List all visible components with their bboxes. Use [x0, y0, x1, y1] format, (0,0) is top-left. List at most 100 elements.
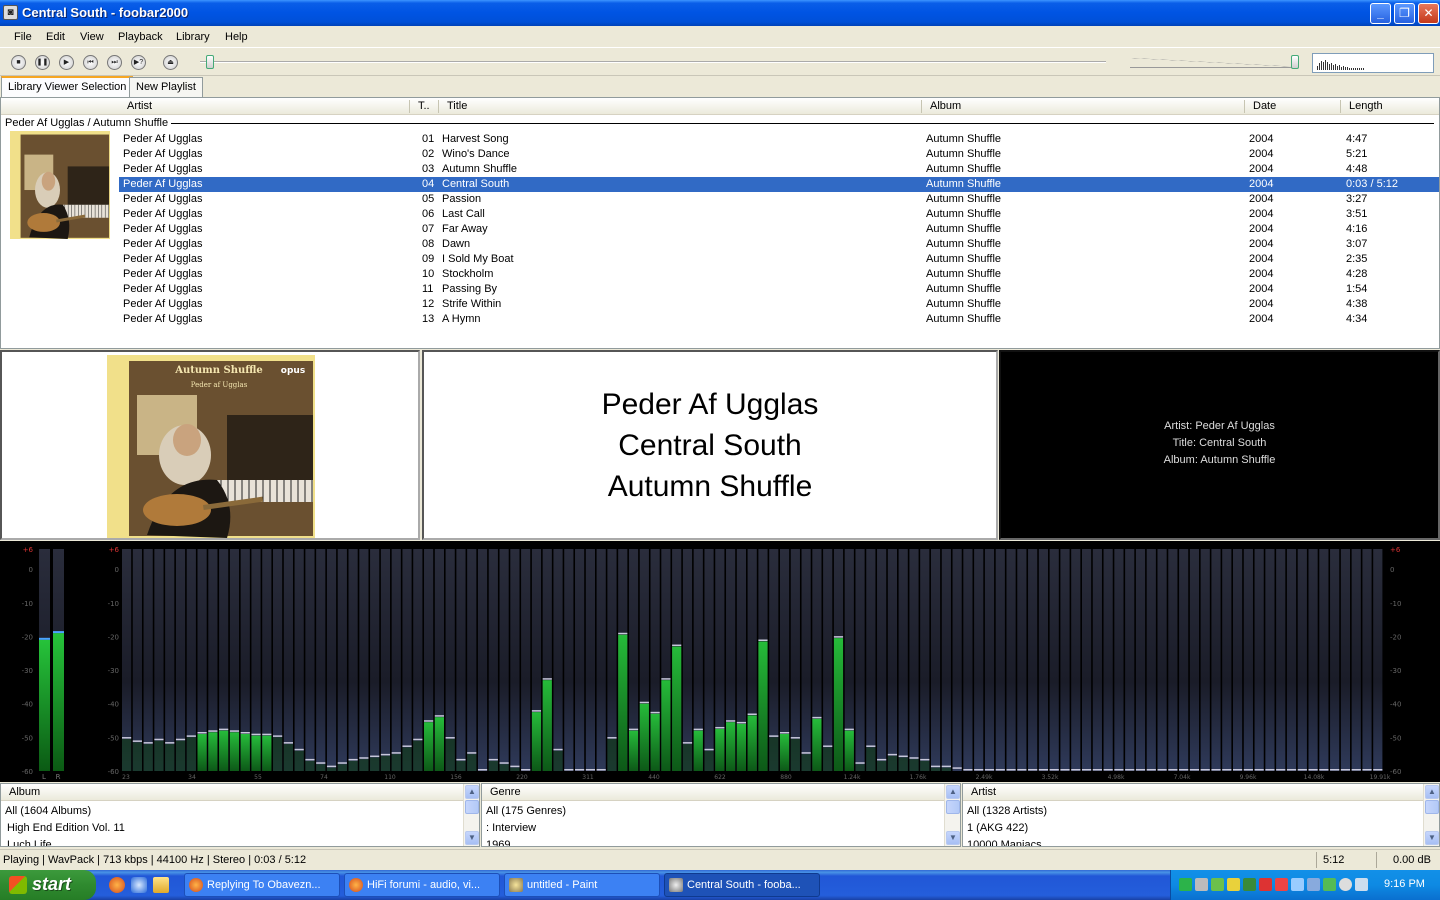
- column-artist[interactable]: Artist: [127, 100, 152, 112]
- scroll-thumb[interactable]: [946, 800, 960, 814]
- printer-tray-icon[interactable]: [1307, 878, 1320, 891]
- task-replying[interactable]: Replying To Obavezn...: [184, 873, 340, 897]
- genre-scrollbar[interactable]: ▲ ▼: [944, 784, 960, 846]
- album-scrollbar[interactable]: ▲ ▼: [463, 784, 479, 846]
- artist-scrollbar[interactable]: ▲ ▼: [1423, 784, 1439, 846]
- menu-file[interactable]: File: [14, 31, 32, 43]
- column-date[interactable]: Date: [1253, 100, 1276, 112]
- spectrum-bar: [833, 638, 844, 771]
- playlist-view[interactable]: Artist T.. Title Album Date Length Peder…: [0, 97, 1440, 349]
- play-icon[interactable]: ▶: [59, 55, 74, 70]
- playlist-row[interactable]: Peder Af Ugglas 03 Autumn Shuffle Autumn Sh…: [119, 162, 1439, 177]
- playlist-row[interactable]: Peder Af Ugglas 09 I Sold My Boat Autumn Sh…: [119, 252, 1439, 267]
- menu-help[interactable]: Help: [225, 31, 248, 43]
- menu-library[interactable]: Library: [176, 31, 210, 43]
- scroll-up-icon[interactable]: ▲: [465, 785, 479, 799]
- playlist-row[interactable]: Peder Af Ugglas 02 Wino's Dance Autumn Shuf…: [119, 147, 1439, 162]
- meter-tray-icon[interactable]: [1243, 878, 1256, 891]
- artist-browser[interactable]: Artist All (1328 Artists) 1 (AKG 422) 10…: [962, 783, 1440, 847]
- genre-browser[interactable]: Genre All (175 Genres) : Interview 1969 …: [481, 783, 961, 847]
- playlist-row[interactable]: Peder Af Ugglas 13 A Hymn Autumn Shuffle 200…: [119, 312, 1439, 327]
- scroll-down-icon[interactable]: ▼: [946, 831, 960, 845]
- foobar-app-icon[interactable]: ◙: [3, 5, 18, 20]
- close-button[interactable]: ✕: [1418, 3, 1439, 24]
- pause-icon[interactable]: ❚❚: [35, 55, 50, 70]
- scroll-thumb[interactable]: [465, 800, 479, 814]
- volume-thumb[interactable]: [1291, 55, 1299, 69]
- mini-spectrum-bar: [1341, 67, 1342, 70]
- minimize-button[interactable]: _: [1370, 3, 1391, 24]
- network-tray-icon[interactable]: [1211, 878, 1224, 891]
- spectrum-bar: [294, 750, 304, 771]
- explorer-quicklaunch-icon[interactable]: [153, 877, 169, 893]
- playlist-row[interactable]: Peder Af Ugglas 08 Dawn Autumn Shuffle 2004 3…: [119, 237, 1439, 252]
- open-icon[interactable]: ⏏: [163, 55, 178, 70]
- clock-tray-icon[interactable]: [1339, 878, 1352, 891]
- shield-tray-icon[interactable]: [1275, 878, 1288, 891]
- column-album[interactable]: Album: [930, 100, 961, 112]
- menu-playback[interactable]: Playback: [118, 31, 163, 43]
- tab-library-viewer-selection[interactable]: Library Viewer Selection: [1, 76, 134, 97]
- playlist-row[interactable]: Peder Af Ugglas 12 Strife Within Autumn Shu…: [119, 297, 1439, 312]
- volume-tray-icon[interactable]: [1355, 878, 1368, 891]
- title-bar[interactable]: ◙ Central South - foobar2000 _ ❐ ✕: [0, 0, 1440, 26]
- task-paint[interactable]: untitled - Paint: [504, 873, 660, 897]
- task-hifi-forumi[interactable]: HiFi forumi - audio, vi...: [344, 873, 500, 897]
- next-icon[interactable]: ⏭: [107, 55, 122, 70]
- album-browser-header[interactable]: Album: [1, 784, 463, 801]
- start-button[interactable]: start: [0, 870, 96, 900]
- album-browser[interactable]: Album All (1604 Albums) High End Edition…: [0, 783, 480, 847]
- artist-item[interactable]: 1 (AKG 422): [967, 822, 1028, 834]
- info-title: Title: Central South: [1172, 437, 1267, 449]
- playlist-row[interactable]: Peder Af Ugglas 07 Far Away Autumn Shuffle 2…: [119, 222, 1439, 237]
- foobar-tray-icon[interactable]: [1195, 878, 1208, 891]
- ie-quicklaunch-icon[interactable]: [131, 877, 147, 893]
- volume-bar[interactable]: [1130, 58, 1298, 68]
- cell-artist: Peder Af Ugglas: [123, 223, 203, 235]
- firefox-quicklaunch-icon[interactable]: [109, 877, 125, 893]
- genre-item[interactable]: 1969: [486, 839, 510, 846]
- playlist-row[interactable]: Peder Af Ugglas 10 Stockholm Autumn Shuffle…: [119, 267, 1439, 282]
- messenger-tray-icon[interactable]: [1291, 878, 1304, 891]
- genre-browser-header[interactable]: Genre: [482, 784, 944, 801]
- playlist-row[interactable]: Peder Af Ugglas 11 Passing By Autumn Shuffl…: [119, 282, 1439, 297]
- spectrum-peak: [1157, 769, 1167, 771]
- playlist-row[interactable]: Peder Af Ugglas 04 Central South Autumn Shu…: [119, 177, 1439, 192]
- column-title[interactable]: Title: [447, 100, 467, 112]
- spectrum-bar: [251, 735, 261, 771]
- scroll-up-icon[interactable]: ▲: [1425, 785, 1439, 799]
- spectrum-peak: [510, 765, 520, 768]
- seek-thumb[interactable]: [206, 55, 214, 69]
- previous-icon[interactable]: ⏮: [83, 55, 98, 70]
- random-icon[interactable]: ▶?: [131, 55, 146, 70]
- seek-bar[interactable]: [200, 61, 1106, 63]
- artist-item[interactable]: All (1328 Artists): [967, 805, 1047, 817]
- column-length[interactable]: Length: [1349, 100, 1383, 112]
- artist-item[interactable]: 10000 Maniacs: [967, 839, 1042, 846]
- scroll-down-icon[interactable]: ▼: [1425, 831, 1439, 845]
- menu-view[interactable]: View: [80, 31, 104, 43]
- playlist-row[interactable]: Peder Af Ugglas 06 Last Call Autumn Shuffle…: [119, 207, 1439, 222]
- album-item[interactable]: All (1604 Albums): [5, 805, 91, 817]
- antivirus-tray-icon[interactable]: [1259, 878, 1272, 891]
- stop-icon[interactable]: ■: [11, 55, 26, 70]
- genre-item[interactable]: All (175 Genres): [486, 805, 566, 817]
- update-tray-icon[interactable]: [1323, 878, 1336, 891]
- album-item[interactable]: High End Edition Vol. 11: [7, 822, 125, 834]
- artist-browser-header[interactable]: Artist: [963, 784, 1423, 801]
- tab-new-playlist[interactable]: New Playlist: [129, 77, 203, 97]
- album-item[interactable]: Luch Life: [7, 839, 52, 846]
- maximize-button[interactable]: ❐: [1394, 3, 1415, 24]
- scroll-up-icon[interactable]: ▲: [946, 785, 960, 799]
- column-track[interactable]: T..: [418, 100, 430, 112]
- playlist-row[interactable]: Peder Af Ugglas 05 Passion Autumn Shuffle 20…: [119, 192, 1439, 207]
- play-tray-icon[interactable]: [1179, 878, 1192, 891]
- playlist-row[interactable]: Peder Af Ugglas 01 Harvest Song Autumn Shuf…: [119, 132, 1439, 147]
- monitor-tray-icon[interactable]: [1227, 878, 1240, 891]
- task-foobar[interactable]: Central South - fooba...: [664, 873, 820, 897]
- scroll-down-icon[interactable]: ▼: [465, 831, 479, 845]
- menu-edit[interactable]: Edit: [46, 31, 65, 43]
- spectrum-peak: [434, 715, 444, 717]
- genre-item[interactable]: : Interview: [486, 822, 536, 834]
- scroll-thumb[interactable]: [1425, 800, 1439, 814]
